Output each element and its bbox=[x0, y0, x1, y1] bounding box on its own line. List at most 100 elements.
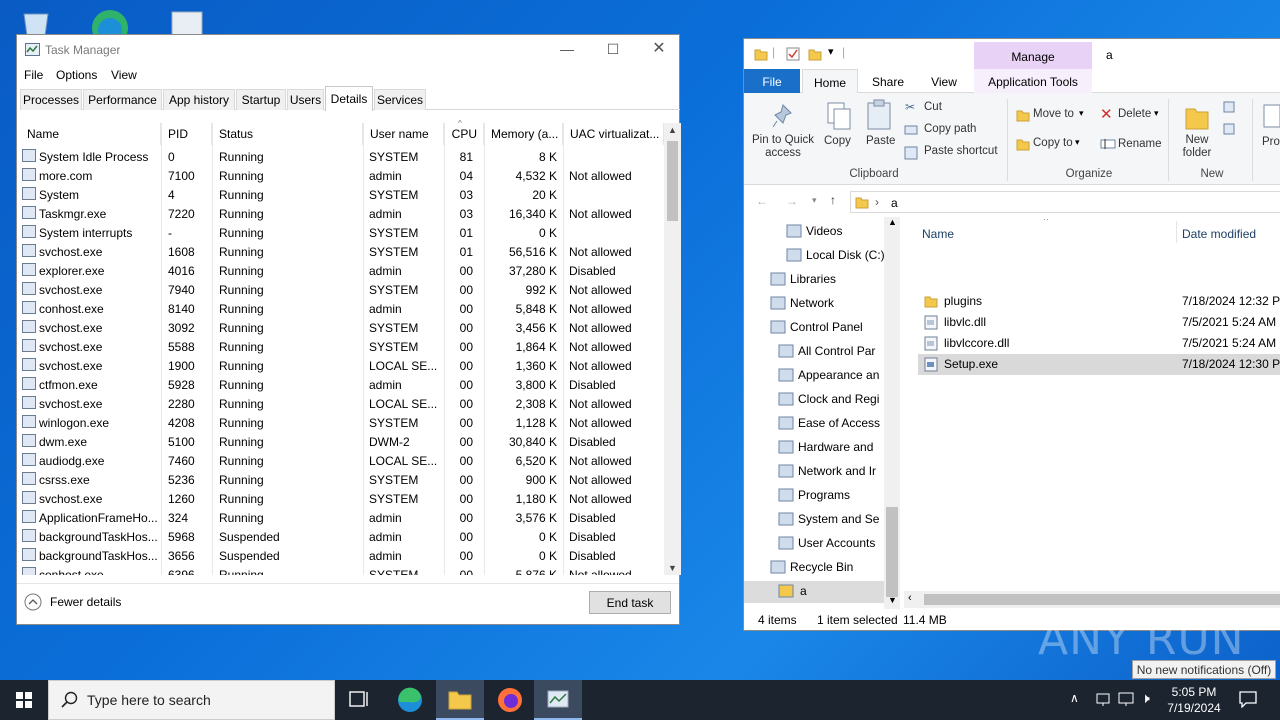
nav-item[interactable]: Libraries bbox=[770, 269, 887, 291]
table-row[interactable]: svchost.exe 1608 Running SYSTEM 01 56,516 K No… bbox=[17, 242, 665, 261]
notification-center-icon[interactable] bbox=[1238, 690, 1258, 711]
up-arrow-icon[interactable]: ↑ bbox=[830, 193, 836, 207]
tab-home[interactable]: Home bbox=[802, 69, 858, 93]
table-row[interactable]: dwm.exe 5100 Running DWM-2 00 30,840 K Disable… bbox=[17, 432, 665, 451]
back-arrow-icon[interactable]: ← bbox=[756, 194, 768, 208]
tab-services[interactable]: Services bbox=[374, 89, 426, 110]
column-header-uac[interactable]: UAC virtualizat... bbox=[564, 123, 664, 145]
scroll-up-icon[interactable]: ▲ bbox=[888, 217, 897, 227]
nav-item[interactable]: Recycle Bin bbox=[770, 557, 887, 579]
horizontal-scrollbar[interactable]: ‹ bbox=[904, 591, 1280, 608]
column-header-name[interactable]: Name bbox=[21, 123, 161, 145]
tab-share[interactable]: Share bbox=[860, 69, 916, 93]
menu-file[interactable]: File bbox=[24, 68, 43, 82]
column-header-memory[interactable]: Memory (a... bbox=[485, 123, 563, 145]
table-row[interactable]: svchost.exe 3092 Running SYSTEM 00 3,456 K Not… bbox=[17, 318, 665, 337]
menu-options[interactable]: Options bbox=[56, 68, 97, 82]
menu-view[interactable]: View bbox=[111, 68, 137, 82]
table-row[interactable]: svchost.exe 7940 Running SYSTEM 00 992 K Not a… bbox=[17, 280, 665, 299]
customize-qat-icon[interactable]: ▾ bbox=[828, 45, 834, 58]
file-explorer-taskbar-icon[interactable] bbox=[436, 680, 484, 720]
nav-item[interactable]: User Accounts bbox=[778, 533, 887, 555]
task-manager-taskbar-icon[interactable] bbox=[534, 680, 582, 720]
move-to-button[interactable]: Move to bbox=[1033, 108, 1074, 120]
firefox-icon[interactable] bbox=[486, 680, 534, 720]
nav-item[interactable]: Control Panel bbox=[770, 317, 887, 339]
tab-app-history[interactable]: App history bbox=[163, 89, 235, 110]
network-icon[interactable] bbox=[1095, 691, 1111, 710]
table-row[interactable]: svchost.exe 2280 Running LOCAL SE... 00 2,308… bbox=[17, 394, 665, 413]
nav-item[interactable]: Ease of Access bbox=[778, 413, 887, 435]
table-row[interactable]: conhost.exe 6396 Running SYSTEM 00 5,876 K Not… bbox=[17, 565, 665, 575]
column-header-user-name[interactable]: User name bbox=[364, 123, 444, 145]
volume-icon[interactable]: 🕨 bbox=[1141, 690, 1150, 707]
column-header-date-modified[interactable]: Date modified bbox=[1182, 227, 1256, 241]
taskbar-search-box[interactable]: Type here to search bbox=[48, 680, 335, 720]
table-row[interactable]: System 4 Running SYSTEM 03 20 K bbox=[17, 185, 665, 204]
tab-view[interactable]: View bbox=[916, 69, 972, 93]
cut-button[interactable]: Cut bbox=[924, 101, 942, 113]
scroll-up-icon[interactable]: ▲ bbox=[668, 125, 677, 135]
copy-button[interactable]: Copy bbox=[824, 135, 851, 147]
table-row[interactable]: ApplicationFrameHo... 324 Running admin 00 3,… bbox=[17, 508, 665, 527]
properties-button[interactable]: Prop bbox=[1262, 136, 1280, 148]
nav-item[interactable]: Programs bbox=[778, 485, 887, 507]
manage-tab[interactable]: Manage bbox=[974, 42, 1092, 69]
new-folder-qat-icon[interactable] bbox=[808, 47, 822, 64]
fewer-details-link[interactable]: Fewer details bbox=[50, 595, 121, 609]
scroll-down-icon[interactable]: ▼ bbox=[668, 563, 677, 573]
table-row[interactable]: explorer.exe 4016 Running admin 00 37,280 K Di… bbox=[17, 261, 665, 280]
nav-item[interactable]: Videos bbox=[786, 221, 887, 243]
navigation-scrollbar[interactable]: ▲ ▼ bbox=[884, 217, 900, 609]
forward-arrow-icon[interactable]: → bbox=[786, 194, 798, 208]
list-item[interactable]: libvlc.dll 7/5/2021 5:24 AM bbox=[918, 312, 1280, 333]
table-row[interactable]: winlogon.exe 4208 Running SYSTEM 00 1,128 K No… bbox=[17, 413, 665, 432]
table-row[interactable]: conhost.exe 8140 Running admin 00 5,848 K Not … bbox=[17, 299, 665, 318]
column-header-cpu[interactable]: CPU bbox=[445, 123, 484, 145]
table-row[interactable]: backgroundTaskHos... 3656 Suspended admin 00… bbox=[17, 546, 665, 565]
tab-processes[interactable]: Processes bbox=[20, 89, 82, 110]
table-row[interactable]: audiodg.exe 7460 Running LOCAL SE... 00 6,520… bbox=[17, 451, 665, 470]
scrollbar-thumb[interactable] bbox=[886, 507, 898, 597]
properties-check-icon[interactable] bbox=[786, 47, 800, 64]
task-manager-titlebar[interactable]: Task Manager — ☐ ✕ bbox=[17, 35, 679, 65]
system-clock[interactable]: 5:05 PM 7/19/2024 bbox=[1160, 684, 1228, 716]
scroll-down-icon[interactable]: ▼ bbox=[888, 595, 897, 605]
tab-performance[interactable]: Performance bbox=[83, 89, 162, 110]
tab-startup[interactable]: Startup bbox=[236, 89, 286, 110]
nav-item[interactable]: System and Se bbox=[778, 509, 887, 531]
tab-file[interactable]: File bbox=[744, 69, 800, 93]
minimize-button[interactable]: — bbox=[544, 35, 590, 65]
nav-item[interactable]: Network and Ir bbox=[778, 461, 887, 483]
copy-to-button[interactable]: Copy to bbox=[1033, 137, 1073, 149]
scrollbar-thumb[interactable] bbox=[924, 594, 1280, 605]
start-button[interactable] bbox=[0, 680, 48, 720]
nav-item[interactable]: Hardware and bbox=[778, 437, 887, 459]
table-row[interactable]: svchost.exe 1260 Running SYSTEM 00 1,180 K Not… bbox=[17, 489, 665, 508]
recent-locations-icon[interactable]: ▾ bbox=[812, 195, 817, 206]
table-row[interactable]: System interrupts - Running SYSTEM 01 0 K bbox=[17, 223, 665, 242]
paste-button[interactable]: Paste bbox=[866, 135, 895, 147]
nav-item[interactable]: All Control Par bbox=[778, 341, 887, 363]
edge-icon[interactable] bbox=[386, 680, 434, 720]
new-item-icon[interactable] bbox=[1222, 100, 1244, 117]
copy-path-button[interactable]: Copy path bbox=[924, 123, 976, 135]
easy-access-icon[interactable] bbox=[1222, 122, 1244, 139]
table-row[interactable]: svchost.exe 5588 Running SYSTEM 00 1,864 K Not… bbox=[17, 337, 665, 356]
scroll-left-icon[interactable]: ‹ bbox=[908, 592, 912, 604]
scrollbar-thumb[interactable] bbox=[667, 141, 678, 221]
delete-button[interactable]: Delete bbox=[1118, 108, 1151, 120]
list-item[interactable]: plugins 7/18/2024 12:32 PM bbox=[918, 291, 1280, 312]
table-row[interactable]: System Idle Process 0 Running SYSTEM 81 8 K bbox=[17, 147, 665, 166]
maximize-button[interactable]: ☐ bbox=[590, 35, 636, 65]
table-row[interactable]: more.com 7100 Running admin 04 4,532 K Not all… bbox=[17, 166, 665, 185]
task-view-icon[interactable] bbox=[336, 680, 384, 720]
show-hidden-icons-chevron-icon[interactable]: ∧ bbox=[1070, 691, 1079, 705]
rename-button[interactable]: Rename bbox=[1118, 138, 1161, 150]
tab-application-tools[interactable]: Application Tools bbox=[974, 69, 1092, 93]
breadcrumb-current[interactable]: a bbox=[891, 196, 898, 210]
chevron-up-circle-icon[interactable] bbox=[24, 593, 42, 614]
tab-users[interactable]: Users bbox=[287, 89, 324, 110]
table-row[interactable]: svchost.exe 1900 Running LOCAL SE... 00 1,360… bbox=[17, 356, 665, 375]
column-header-name[interactable]: Name bbox=[922, 227, 954, 241]
